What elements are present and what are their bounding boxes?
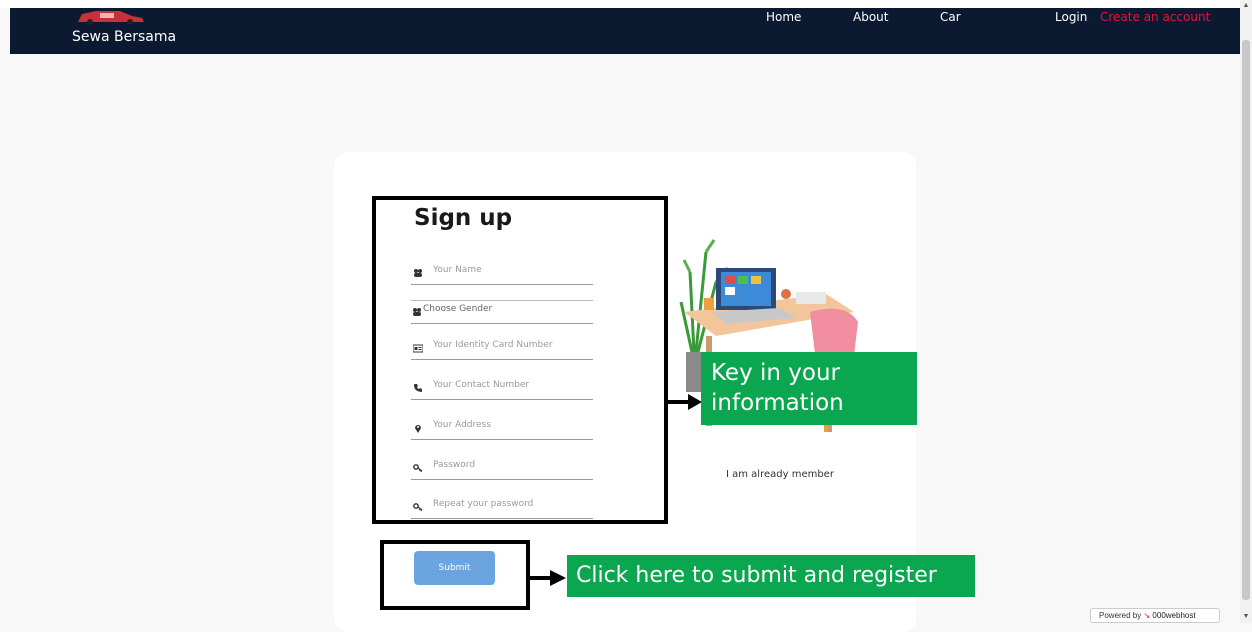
nav-login[interactable]: Login — [1055, 10, 1087, 24]
scrollbar[interactable]: ▲ ▼ — [1240, 0, 1252, 623]
already-member-link[interactable]: I am already member — [726, 469, 834, 480]
scroll-up-icon[interactable]: ▲ — [1242, 2, 1250, 10]
nav-create-account[interactable]: Create an account — [1100, 10, 1210, 24]
scroll-down-icon[interactable]: ▼ — [1242, 613, 1250, 621]
webhost-logo-icon: ↘ — [1143, 611, 1151, 620]
info-callout-line2: information — [711, 390, 844, 416]
top-strip — [0, 0, 1240, 8]
arrow-right-icon — [530, 570, 566, 586]
brand-name[interactable]: Sewa Bersama — [72, 29, 176, 45]
arrow-right-icon — [668, 394, 702, 410]
navbar: Sewa Bersama Home About Car Login Create… — [10, 8, 1240, 54]
submit-annotation-box — [380, 540, 530, 610]
powered-brand: 000webhost — [1152, 611, 1196, 620]
nav-car[interactable]: Car — [940, 10, 961, 24]
submit-callout: Click here to submit and register — [567, 555, 975, 597]
powered-by-badge[interactable]: Powered by ↘ 000webhost — [1090, 608, 1220, 623]
info-callout: Key in your information — [701, 352, 917, 425]
nav-about[interactable]: About — [853, 10, 888, 24]
info-annotation-box — [372, 196, 668, 524]
scroll-thumb[interactable] — [1242, 40, 1250, 600]
info-callout-line1: Key in your — [711, 360, 841, 386]
car-logo-icon[interactable] — [74, 8, 146, 24]
powered-prefix: Powered by — [1099, 611, 1142, 620]
nav-home[interactable]: Home — [766, 10, 801, 24]
